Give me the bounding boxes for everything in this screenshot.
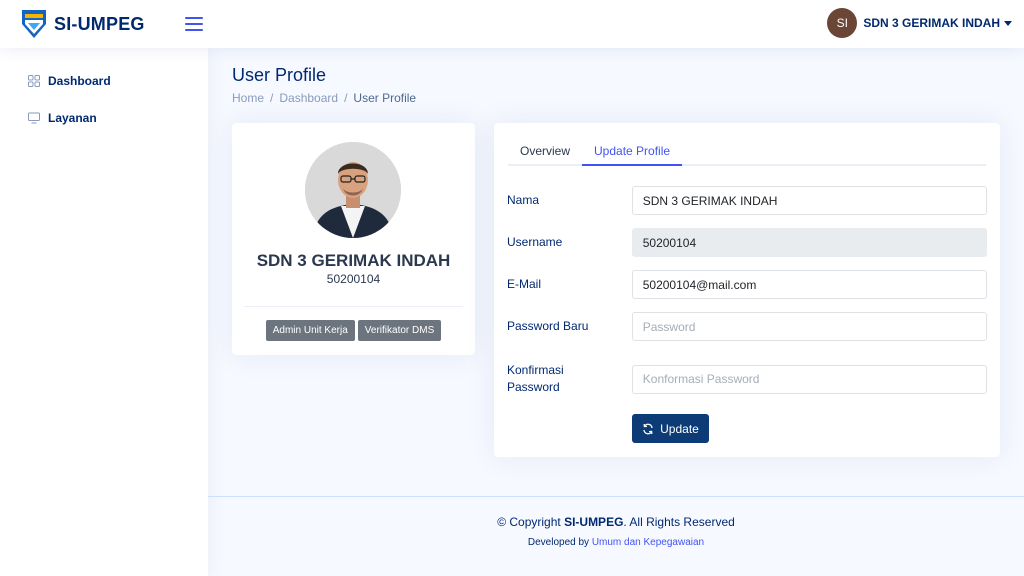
email-row: E-Mail 50200104@mail.com — [507, 270, 987, 299]
user-menu[interactable]: SI SDN 3 GERIMAK INDAH — [827, 8, 1012, 38]
profile-tabs: Overview Update Profile — [508, 137, 986, 166]
page-title: User Profile — [232, 65, 327, 85]
password-input[interactable]: Password — [631, 312, 987, 341]
username-label: Username — [507, 235, 563, 249]
confirm-password-row: Konfirmasi Password Konformasi Password — [507, 362, 987, 396]
tab-overview[interactable]: Overview — [508, 137, 582, 164]
update-button-label: Update — [660, 421, 699, 436]
sidebar-toggle-icon[interactable] — [185, 17, 203, 31]
sidebar-item-layanan[interactable]: Layanan — [28, 105, 208, 131]
update-profile-card: Overview Update Profile Nama SDN 3 GERIM… — [494, 123, 1000, 457]
confirm-password-label: Konfirmasi Password — [507, 363, 564, 394]
divider — [244, 306, 463, 307]
credits: Developed by Umum dan Kepegawaian — [208, 537, 1024, 548]
copyright-brand: SI-UMPEG — [564, 515, 624, 529]
nama-row: Nama SDN 3 GERIMAK INDAH — [507, 186, 987, 215]
copyright: © Copyright SI-UMPEG. All Rights Reserve… — [208, 515, 1024, 529]
role-badge: Admin Unit Kerja — [265, 320, 355, 341]
profile-card: SDN 3 GERIMAK INDAH 50200104 Admin Unit … — [232, 123, 475, 355]
nama-input[interactable]: SDN 3 GERIMAK INDAH — [631, 186, 987, 215]
app-name: SI-UMPEG — [54, 13, 145, 34]
email-label: E-Mail — [507, 277, 542, 291]
breadcrumb-dashboard[interactable]: Dashboard — [279, 91, 338, 105]
password-row: Password Baru Password — [507, 312, 987, 341]
logo-icon — [22, 10, 46, 38]
copyright-prefix: © Copyright — [497, 515, 565, 529]
role-badge: Verifikator DMS — [357, 320, 442, 341]
sidebar-item-label: Dashboard — [48, 74, 111, 88]
refresh-icon — [643, 423, 653, 434]
username-input: 50200104 — [631, 228, 987, 257]
avatar: SI — [827, 8, 858, 38]
tab-update-profile[interactable]: Update Profile — [582, 137, 683, 166]
profile-name: SDN 3 GERIMAK INDAH — [256, 251, 451, 270]
profile-id: 50200104 — [326, 272, 381, 286]
update-button[interactable]: Update — [632, 414, 709, 443]
email-input[interactable]: 50200104@mail.com — [631, 270, 987, 299]
grid-icon — [28, 75, 40, 87]
breadcrumb-current: User Profile — [353, 91, 417, 105]
breadcrumb-separator: / — [344, 91, 348, 105]
credits-prefix: Developed by — [527, 537, 592, 548]
chevron-down-icon — [1004, 20, 1012, 26]
credits-link[interactable]: Umum dan Kepegawaian — [592, 537, 704, 548]
footer: © Copyright SI-UMPEG. All Rights Reserve… — [208, 496, 1024, 576]
username-row: Username 50200104 — [507, 228, 987, 257]
profile-photo — [305, 142, 401, 238]
role-badges: Admin Unit Kerja Verifikator DMS — [232, 320, 475, 341]
password-label: Password Baru — [507, 319, 589, 333]
monitor-icon — [28, 112, 40, 124]
logo[interactable]: SI-UMPEG — [20, 8, 185, 40]
breadcrumb-separator: / — [270, 91, 274, 105]
top-header: SI-UMPEG SI SDN 3 GERIMAK INDAH — [0, 0, 1024, 48]
user-name: SDN 3 GERIMAK INDAH — [863, 16, 1000, 30]
copyright-suffix: . All Rights Reserved — [623, 515, 735, 529]
breadcrumb: Home / Dashboard / User Profile — [232, 91, 416, 105]
person-photo-icon — [305, 142, 401, 238]
sidebar-item-dashboard[interactable]: Dashboard — [28, 68, 208, 94]
nama-label: Nama — [507, 193, 540, 207]
sidebar: Dashboard Layanan — [0, 48, 208, 576]
sidebar-item-label: Layanan — [48, 111, 97, 125]
confirm-password-input[interactable]: Konformasi Password — [631, 364, 987, 394]
breadcrumb-home[interactable]: Home — [232, 91, 264, 105]
